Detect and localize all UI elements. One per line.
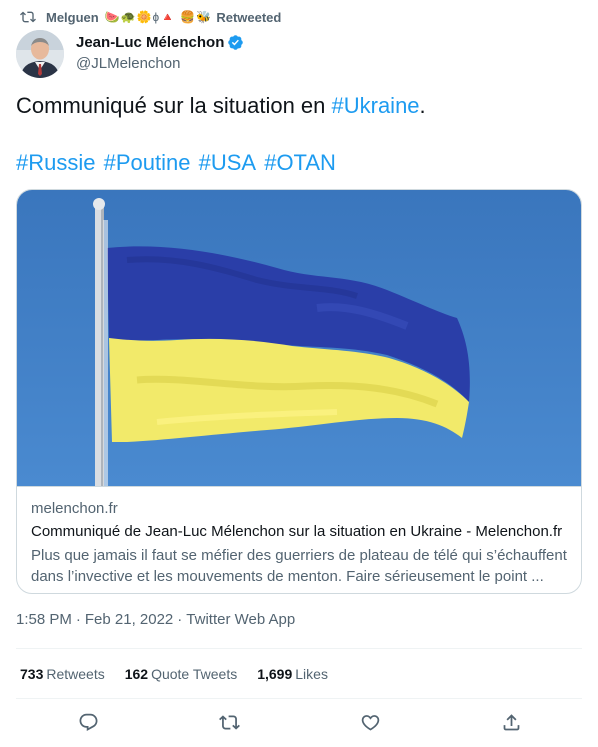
divider xyxy=(16,648,582,649)
retweet-icon xyxy=(20,11,36,23)
retweets-label: Retweets xyxy=(46,666,105,682)
card-meta: melenchon.fr Communiqué de Jean-Luc Méle… xyxy=(17,486,581,593)
quote-tweets-label: Quote Tweets xyxy=(151,666,238,682)
likes-count: 1,699 xyxy=(257,666,293,682)
avatar[interactable] xyxy=(16,30,64,78)
like-icon xyxy=(361,714,379,731)
retweets-stat[interactable]: 733 Retweets xyxy=(20,666,105,682)
hashtag-link[interactable]: #Russie xyxy=(16,150,95,175)
tweet-text: Communiqué sur la situation en #Ukraine. xyxy=(16,92,582,120)
retweet-button[interactable] xyxy=(217,710,241,734)
hashtag-link[interactable]: #OTAN xyxy=(264,150,336,175)
retweet-icon xyxy=(218,714,240,730)
quote-tweets-stat[interactable]: 162 Quote Tweets xyxy=(125,666,238,682)
hashtags-line: #Russie #Poutine #USA #OTAN xyxy=(16,149,338,177)
hashtag-link[interactable]: #Poutine xyxy=(104,150,191,175)
tweet-text-start: Communiqué sur la situation en xyxy=(16,93,332,118)
hashtag-link[interactable]: #USA xyxy=(199,150,256,175)
divider xyxy=(16,698,582,699)
verified-badge-icon xyxy=(228,34,244,50)
like-button[interactable] xyxy=(358,710,382,734)
tweet-stats: 733 Retweets 162 Quote Tweets 1,699 Likes xyxy=(20,666,348,682)
share-icon xyxy=(503,713,519,730)
likes-stat[interactable]: 1,699 Likes xyxy=(257,666,328,682)
author-handle[interactable]: @JLMelenchon xyxy=(76,55,244,72)
author-names: Jean-Luc Mélenchon @JLMelenchon xyxy=(76,32,244,72)
tweet-metadata: 1:58 PM · Feb 21, 2022 · Twitter Web App xyxy=(16,611,295,628)
tweet-date[interactable]: Feb 21, 2022 xyxy=(85,611,173,628)
tweet-actions-bar xyxy=(0,710,598,738)
retweeter-emojis: 🍉🐢🌼ɸ🔺 🍔🐝 xyxy=(104,10,213,24)
retweeted-label: Retweeted xyxy=(216,9,282,25)
tweet-text-end: . xyxy=(419,93,426,118)
tweet-header: Jean-Luc Mélenchon @JLMelenchon xyxy=(16,30,576,80)
quote-tweets-count: 162 xyxy=(124,666,149,682)
reply-icon xyxy=(79,713,97,731)
tweet-source[interactable]: Twitter Web App xyxy=(186,611,295,628)
link-preview-card[interactable]: melenchon.fr Communiqué de Jean-Luc Méle… xyxy=(16,189,582,594)
card-domain: melenchon.fr xyxy=(31,500,118,517)
hashtag-link-ukraine[interactable]: #Ukraine xyxy=(332,93,420,118)
meta-separator: · xyxy=(177,611,183,628)
retweeter-name[interactable]: Melguen xyxy=(46,10,99,25)
likes-label: Likes xyxy=(295,666,328,682)
card-image-ukraine-flag[interactable] xyxy=(17,190,582,486)
author-display-name-text[interactable]: Jean-Luc Mélenchon xyxy=(76,34,224,51)
tweet-time[interactable]: 1:58 PM xyxy=(16,611,72,628)
share-button[interactable] xyxy=(499,710,523,734)
retweets-count: 733 xyxy=(20,666,44,682)
reply-button[interactable] xyxy=(76,710,100,734)
author-display-name[interactable]: Jean-Luc Mélenchon xyxy=(76,32,244,52)
card-description: Plus que jamais il faut se méfier des gu… xyxy=(31,547,567,585)
retweet-context[interactable]: Melguen 🍉🐢🌼ɸ🔺 🍔🐝 Retweeted xyxy=(20,8,281,26)
meta-separator: · xyxy=(75,611,81,628)
card-title: Communiqué de Jean-Luc Mélenchon sur la … xyxy=(31,523,563,540)
